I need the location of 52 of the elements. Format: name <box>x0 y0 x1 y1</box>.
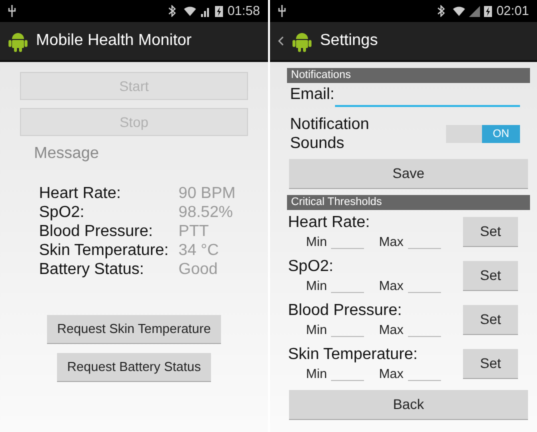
set-button[interactable]: Set <box>463 349 518 379</box>
app-title: Settings <box>320 31 378 51</box>
bluetooth-icon <box>437 5 446 17</box>
reading-value: PTT <box>178 222 210 241</box>
min-label: Min <box>306 321 327 339</box>
reading-label: Heart Rate: <box>39 184 122 203</box>
reading-label: Blood Pressure: <box>39 222 154 241</box>
max-label: Max <box>378 277 404 295</box>
threshold-label: Skin Temperature: <box>288 345 419 365</box>
reading-value: 98.52% <box>178 203 234 222</box>
threshold-label: Blood Pressure: <box>288 301 403 321</box>
max-label: Max <box>378 321 404 339</box>
battery-icon <box>215 5 224 17</box>
save-button[interactable]: Save <box>289 159 528 189</box>
request-button[interactable]: Request Skin Temperature <box>47 315 221 344</box>
app-title: Mobile Health Monitor <box>36 31 192 51</box>
max-label: Max <box>378 365 404 383</box>
back-chevron-icon[interactable] <box>278 36 284 46</box>
signal-icon <box>469 6 480 16</box>
section-header: Notifications <box>287 68 530 83</box>
wifi-icon <box>184 6 196 16</box>
android-icon <box>8 30 28 52</box>
signal-icon <box>200 6 212 16</box>
set-button[interactable]: Set <box>463 217 518 247</box>
min-label: Min <box>306 277 327 295</box>
email-label: Email: <box>290 85 334 105</box>
back-button[interactable]: Back <box>289 390 528 420</box>
reading-value: 90 BPM <box>178 184 236 203</box>
reading-value: 34 °C <box>178 241 220 260</box>
status-time: 02:01 <box>496 2 529 20</box>
section-header: Critical Thresholds <box>287 195 530 210</box>
status-time: 01:58 <box>227 2 260 20</box>
reading-value: Good <box>178 260 219 279</box>
min-label: Min <box>306 233 327 251</box>
notification-sounds-label: Notification Sounds <box>290 115 370 153</box>
usb-icon <box>278 5 286 17</box>
reading-label: Skin Temperature: <box>39 241 169 260</box>
battery-icon <box>484 5 492 17</box>
bluetooth-icon <box>168 5 176 17</box>
message-label: Message <box>33 144 100 164</box>
set-button[interactable]: Set <box>463 305 518 335</box>
set-button[interactable]: Set <box>463 261 518 291</box>
wifi-icon <box>453 6 466 16</box>
threshold-label: SpO2: <box>288 257 334 277</box>
threshold-label: Heart Rate: <box>288 213 371 233</box>
request-button[interactable]: Request Battery Status <box>57 353 211 382</box>
android-icon <box>292 30 312 52</box>
min-label: Min <box>306 365 327 383</box>
usb-icon <box>8 5 16 17</box>
max-label: Max <box>378 233 404 251</box>
reading-label: Battery Status: <box>39 260 145 279</box>
reading-label: SpO2: <box>39 203 86 222</box>
